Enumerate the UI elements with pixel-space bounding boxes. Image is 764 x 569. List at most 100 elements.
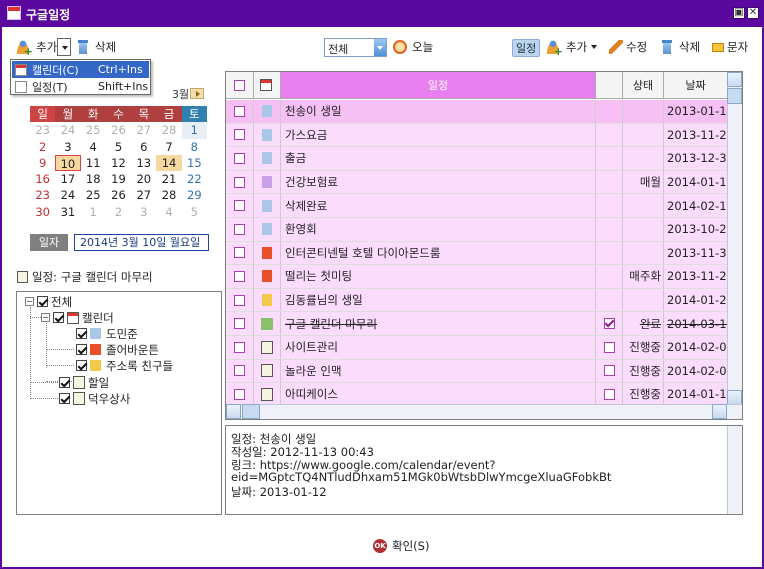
calendar-day[interactable]: 3 bbox=[131, 204, 156, 220]
calendar-day[interactable]: 14 bbox=[156, 154, 182, 172]
menu-item-calendar[interactable]: 캘린더(C) Ctrl+Ins bbox=[12, 61, 149, 78]
row-select-cell[interactable] bbox=[226, 123, 254, 147]
calendar-day[interactable]: 8 bbox=[182, 139, 207, 155]
row-select-cell[interactable] bbox=[226, 218, 254, 241]
table-row[interactable]: 인터콘티넨털 호텔 다이아몬드룸 2013-11-30 bbox=[226, 241, 728, 266]
scroll-down-button[interactable] bbox=[727, 390, 742, 405]
row-title-cell[interactable]: 가스요금 bbox=[281, 123, 596, 147]
table-row[interactable]: 천송이 생일 2013-01-12 bbox=[226, 100, 728, 124]
ok-button[interactable]: OK 확인(S) bbox=[373, 538, 429, 554]
row-check-cell[interactable] bbox=[596, 123, 623, 147]
calendar-day[interactable]: 2 bbox=[30, 139, 55, 155]
row-select-checkbox[interactable] bbox=[234, 223, 245, 235]
table-row[interactable]: 김동률님의 생일 2014-01-20 bbox=[226, 288, 728, 313]
tree-checkbox[interactable] bbox=[53, 312, 64, 323]
row-select-cell[interactable] bbox=[226, 194, 254, 217]
row-check-cell[interactable] bbox=[596, 194, 623, 217]
table-row[interactable]: 출금 2013-12-31 bbox=[226, 147, 728, 171]
row-check-cell[interactable] bbox=[596, 312, 623, 335]
row-select-checkbox[interactable] bbox=[234, 129, 245, 141]
row-title-cell[interactable]: 떨리는 첫미팅 bbox=[281, 265, 596, 288]
row-select-checkbox[interactable] bbox=[234, 152, 245, 164]
add-button[interactable]: 추가 bbox=[16, 39, 57, 58]
calendar-day[interactable]: 13 bbox=[131, 155, 156, 171]
select-all-cell[interactable] bbox=[226, 72, 254, 98]
row-select-checkbox[interactable] bbox=[234, 200, 245, 212]
collapse-icon[interactable]: − bbox=[25, 297, 34, 306]
right-delete-button[interactable]: 삭제 bbox=[660, 39, 700, 55]
row-select-cell[interactable] bbox=[226, 100, 254, 123]
scroll-h-thumb[interactable] bbox=[242, 404, 260, 419]
table-row[interactable]: 놀라운 인맥 진행중 2014-02-02 bbox=[226, 359, 728, 384]
calendar-day[interactable]: 2 bbox=[106, 204, 131, 220]
tree-checkbox[interactable] bbox=[59, 377, 70, 388]
calendar-day-selected[interactable]: 10 bbox=[55, 154, 81, 172]
calendar-day[interactable]: 17 bbox=[55, 171, 80, 187]
row-title-cell[interactable]: 아띠케이스 bbox=[281, 383, 596, 406]
chevron-down-icon[interactable] bbox=[374, 39, 386, 56]
row-select-cell[interactable] bbox=[226, 147, 254, 170]
calendar-day[interactable]: 24 bbox=[55, 122, 80, 138]
row-title-cell[interactable]: 사이트관리 bbox=[281, 336, 596, 359]
table-row[interactable]: 떨리는 첫미팅 매주화 2013-11-26 bbox=[226, 265, 728, 289]
calendar-day[interactable]: 23 bbox=[30, 122, 55, 138]
done-checkbox[interactable] bbox=[603, 365, 615, 377]
calendar-day[interactable]: 4 bbox=[81, 139, 106, 155]
row-select-checkbox[interactable] bbox=[234, 176, 245, 188]
edit-button[interactable]: 수정 bbox=[609, 39, 647, 55]
tree-checkbox[interactable] bbox=[59, 393, 70, 404]
scroll-thumb[interactable] bbox=[727, 88, 742, 104]
row-check-cell[interactable] bbox=[596, 147, 623, 170]
done-checkbox[interactable] bbox=[603, 318, 615, 330]
check-column-header[interactable] bbox=[596, 72, 623, 98]
title-column-header[interactable]: 일정 bbox=[281, 72, 596, 98]
tree-node-todo[interactable]: 할일 bbox=[59, 375, 109, 390]
row-select-cell[interactable] bbox=[226, 383, 254, 406]
table-row[interactable]: 환영회 2013-10-28 bbox=[226, 218, 728, 242]
scroll-right-button[interactable] bbox=[712, 404, 727, 419]
tree-node-calendar[interactable]: − 캘린더 bbox=[41, 310, 114, 325]
table-row[interactable]: 구글 캘린더 마무리 완료 2014-03-14 bbox=[226, 312, 728, 336]
calendar-day[interactable]: 26 bbox=[106, 187, 131, 203]
calendar-day[interactable]: 1 bbox=[81, 204, 106, 220]
detail-scrollbar[interactable] bbox=[727, 426, 742, 514]
calendar-day[interactable]: 16 bbox=[30, 171, 55, 187]
calendar-day[interactable]: 9 bbox=[30, 155, 55, 171]
date-column-header[interactable]: 날짜 bbox=[664, 72, 728, 98]
collapse-icon[interactable]: − bbox=[41, 313, 50, 322]
calendar-day[interactable]: 26 bbox=[106, 122, 131, 138]
vertical-scrollbar[interactable] bbox=[727, 72, 742, 405]
row-check-cell[interactable] bbox=[596, 288, 623, 312]
tree-checkbox[interactable] bbox=[76, 328, 87, 339]
row-title-cell[interactable]: 환영회 bbox=[281, 218, 596, 241]
sms-button[interactable]: 문자 bbox=[712, 39, 748, 55]
row-check-cell[interactable] bbox=[596, 100, 623, 123]
date-button[interactable]: 일자 bbox=[30, 234, 68, 251]
tree-checkbox[interactable] bbox=[76, 344, 87, 355]
close-button[interactable]: ✕ bbox=[747, 7, 759, 19]
row-select-checkbox[interactable] bbox=[234, 341, 245, 353]
row-check-cell[interactable] bbox=[596, 218, 623, 241]
calendar-day[interactable]: 29 bbox=[182, 187, 207, 203]
row-title-cell[interactable]: 건강보험료 bbox=[281, 170, 596, 194]
calendar-day[interactable]: 23 bbox=[30, 187, 55, 203]
calendar-day[interactable]: 19 bbox=[106, 171, 131, 187]
selected-date-field[interactable]: 2014년 3월 10일 월요일 bbox=[74, 234, 209, 251]
row-select-checkbox[interactable] bbox=[234, 247, 245, 259]
table-row[interactable]: 사이트관리 진행중 2014-02-01 bbox=[226, 336, 728, 360]
tree-node-deok[interactable]: 덕우상사 bbox=[59, 391, 130, 406]
row-select-cell[interactable] bbox=[226, 312, 254, 335]
row-select-checkbox[interactable] bbox=[234, 294, 245, 306]
row-title-cell[interactable]: 김동률님의 생일 bbox=[281, 288, 596, 312]
right-add-button[interactable]: 추가 bbox=[546, 39, 598, 58]
row-select-cell[interactable] bbox=[226, 288, 254, 312]
restore-button[interactable]: ▣ bbox=[733, 7, 745, 19]
calendar-day[interactable]: 20 bbox=[131, 171, 156, 187]
delete-button[interactable]: 삭제 bbox=[76, 39, 116, 55]
row-title-cell[interactable]: 인터콘티넨털 호텔 다이아몬드룸 bbox=[281, 241, 596, 265]
row-check-cell[interactable] bbox=[596, 336, 623, 359]
row-select-cell[interactable] bbox=[226, 359, 254, 383]
row-check-cell[interactable] bbox=[596, 265, 623, 288]
row-select-cell[interactable] bbox=[226, 265, 254, 288]
row-select-cell[interactable] bbox=[226, 170, 254, 194]
